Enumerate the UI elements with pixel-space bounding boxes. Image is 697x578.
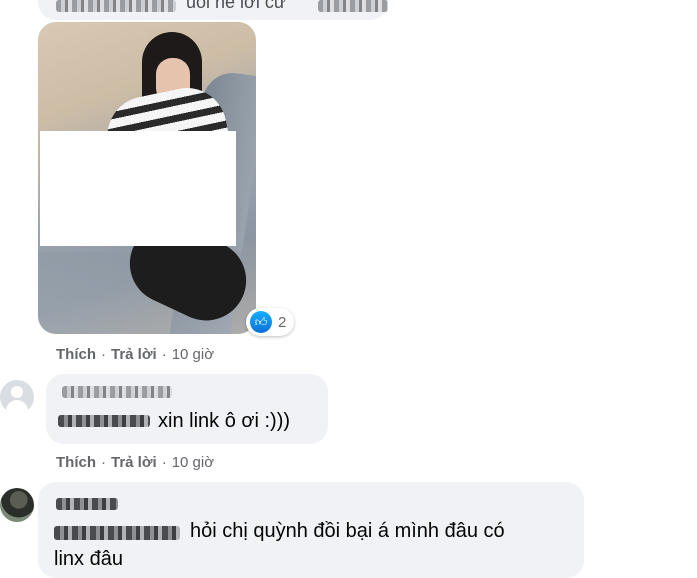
comment-text: xin link ô ơi :)))	[158, 410, 291, 432]
reply-link[interactable]: Trả lời	[111, 454, 157, 471]
avatar-body-shape	[6, 400, 28, 414]
author-name-redacted	[56, 0, 176, 12]
separator: ·	[101, 454, 106, 471]
avatar-head-shape	[11, 386, 23, 398]
user-avatar[interactable]	[0, 488, 34, 522]
comment-text-line-1: hỏi chị quỳnh đồi bại á mình đâu có	[190, 520, 505, 542]
comment-actions: Thích · Trả lời · 10 giờ	[56, 346, 214, 363]
separator: ·	[101, 346, 106, 363]
censor-box	[40, 131, 236, 246]
default-avatar[interactable]	[0, 380, 34, 414]
third-comment-bubble: hỏi chị quỳnh đồi bại á mình đâu có linx…	[38, 482, 584, 578]
timestamp[interactable]: 10 giờ	[172, 454, 214, 471]
comment-actions: Thích · Trả lời · 10 giờ	[56, 454, 214, 471]
mention-redacted	[58, 415, 150, 427]
separator: ·	[161, 454, 167, 471]
mention-redacted	[54, 526, 180, 540]
comment-text-line-2: linx đâu	[54, 548, 123, 570]
top-comment-text: uổi nè lơi cư	[186, 0, 286, 12]
author-name-redacted	[56, 498, 118, 510]
like-link[interactable]: Thích	[56, 346, 96, 363]
like-icon: 👍︎	[250, 311, 272, 333]
author-name-redacted	[62, 386, 172, 398]
separator: ·	[161, 346, 167, 363]
top-comment-bubble: uổi nè lơi cư	[38, 0, 388, 20]
second-comment-bubble: xin link ô ơi :)))	[46, 374, 328, 444]
redacted-text	[318, 0, 388, 12]
timestamp[interactable]: 10 giờ	[172, 346, 214, 363]
like-link[interactable]: Thích	[56, 454, 96, 471]
reaction-summary[interactable]: 👍︎ 2	[246, 308, 295, 336]
reaction-count: 2	[278, 313, 287, 331]
reply-link[interactable]: Trả lời	[111, 346, 157, 363]
